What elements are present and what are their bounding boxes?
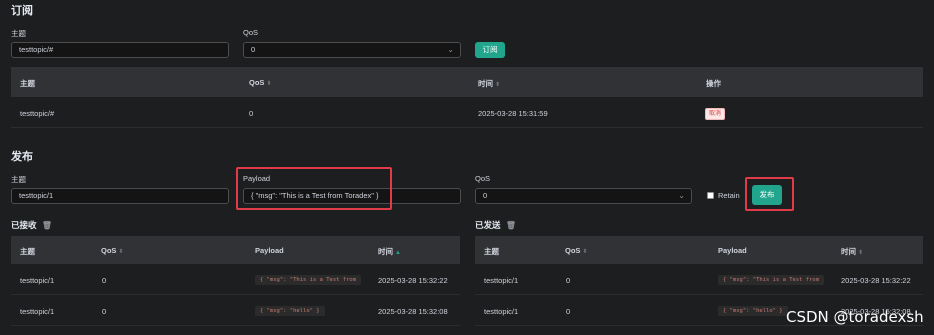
row-qos: 0 <box>102 307 107 316</box>
row-time: 2025-03-28 15:32:22 <box>378 276 448 285</box>
received-title-group: 已接收 🗑 <box>11 219 52 231</box>
header-time[interactable]: 时间 ⬍ <box>478 78 500 89</box>
header-qos[interactable]: QoS ⬍ <box>101 246 123 255</box>
row-qos: 0 <box>566 276 571 285</box>
retain-checkbox[interactable] <box>707 192 714 199</box>
row-qos: 0 <box>249 109 254 118</box>
header-topic: 主题 <box>484 247 499 256</box>
publish-qos-select[interactable]: 0 ⌄ <box>475 188 692 204</box>
watermark: CSDN @toradexsh <box>786 308 924 326</box>
sort-up-icon: ▲ <box>395 250 401 256</box>
received-title: 已接收 <box>11 220 37 230</box>
publish-topic-label: 主题 <box>11 175 26 184</box>
trash-icon[interactable]: 🗑 <box>42 221 52 230</box>
row-topic: testtopic/1 <box>484 307 519 316</box>
header-time-label: 时间 <box>478 79 493 88</box>
highlight-box-publish <box>745 177 794 211</box>
table-row: testtopic/1 0 { "msg": "This is a Test f… <box>11 264 460 295</box>
header-qos-label: QoS <box>249 78 265 87</box>
subscribe-qos-value: 0 <box>251 45 256 54</box>
header-qos-label: QoS <box>101 246 117 255</box>
row-time: 2025-03-28 15:32:22 <box>841 276 911 285</box>
chevron-down-icon: ⌄ <box>447 45 454 54</box>
subscribe-qos-label: QoS <box>243 28 259 37</box>
subscribe-topic-input[interactable]: testtopic/# <box>11 42 229 58</box>
row-payload: { "msg": "hello" } <box>718 306 788 316</box>
row-topic: testtopic/1 <box>20 307 55 316</box>
row-payload: { "msg": "hello" } <box>255 306 325 316</box>
row-time: 2025-03-28 15:32:08 <box>378 307 448 316</box>
sent-title-group: 已发送 🗑 <box>475 219 516 231</box>
subscribe-table-header: 主题 QoS ⬍ 时间 ⬍ 操作 <box>11 67 923 97</box>
sort-icon: ⬍ <box>495 82 501 88</box>
header-time-label: 时间 <box>378 247 393 256</box>
header-topic: 主题 <box>20 79 35 88</box>
header-topic: 主题 <box>20 247 35 256</box>
row-payload: { "msg": "This is a Test from <box>718 275 825 285</box>
received-table-header: 主题 QoS ⬍ Payload 时间 ▲ <box>11 236 460 264</box>
subscribe-qos-select[interactable]: 0 ⌄ <box>243 42 461 58</box>
header-qos-label: QoS <box>565 246 581 255</box>
publish-qos-value: 0 <box>483 191 488 200</box>
header-payload: Payload <box>718 246 747 255</box>
sent-table-header: 主题 QoS ⬍ Payload 时间 ⬍ <box>475 236 923 264</box>
header-time-label: 时间 <box>841 247 856 256</box>
subscribe-section-title: 订阅 <box>11 5 33 17</box>
row-qos: 0 <box>102 276 107 285</box>
row-topic: testtopic/# <box>20 109 55 118</box>
subscribe-topic-label: 主题 <box>11 29 26 38</box>
chevron-down-icon: ⌄ <box>678 191 685 200</box>
row-payload: { "msg": "This is a Test from <box>255 275 362 285</box>
header-action: 操作 <box>706 79 721 88</box>
header-payload: Payload <box>255 246 284 255</box>
header-qos[interactable]: QoS ⬍ <box>249 78 271 87</box>
table-row: testtopic/1 0 { "msg": "hello" } 2025-03… <box>11 295 460 326</box>
row-topic: testtopic/1 <box>484 276 519 285</box>
trash-icon[interactable]: 🗑 <box>506 221 516 230</box>
sent-title: 已发送 <box>475 220 501 230</box>
table-row: testtopic/1 0 { "msg": "This is a Test f… <box>475 264 923 295</box>
sort-icon: ⬍ <box>118 249 124 255</box>
highlight-box-payload <box>236 167 392 210</box>
retain-label: Retain <box>718 191 740 200</box>
row-topic: testtopic/1 <box>20 276 55 285</box>
publish-qos-label: QoS <box>475 174 491 183</box>
sort-icon: ⬍ <box>858 250 864 256</box>
header-time[interactable]: 时间 ▲ <box>378 246 401 257</box>
row-qos: 0 <box>566 307 571 316</box>
sort-icon: ⬍ <box>582 249 588 255</box>
subscribe-button[interactable]: 订阅 <box>475 42 505 58</box>
publish-topic-input[interactable]: testtopic/1 <box>11 188 229 204</box>
row-time: 2025-03-28 15:31:59 <box>478 109 548 118</box>
table-row: testtopic/# 0 2025-03-28 15:31:59 取消 <box>11 97 923 128</box>
header-qos[interactable]: QoS ⬍ <box>565 246 587 255</box>
publish-section-title: 发布 <box>11 151 33 163</box>
sort-icon: ⬍ <box>266 81 272 87</box>
header-time[interactable]: 时间 ⬍ <box>841 246 863 257</box>
unsubscribe-button[interactable]: 取消 <box>705 108 726 120</box>
